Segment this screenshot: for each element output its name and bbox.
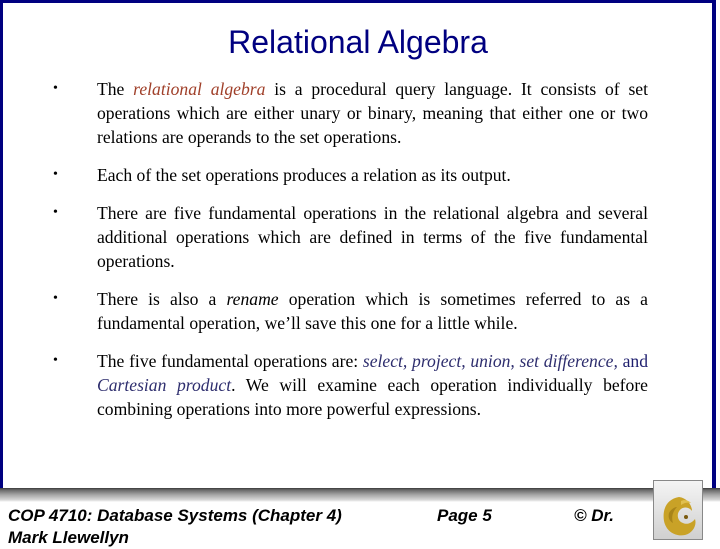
footer-course: COP 4710: Database Systems (Chapter 4)	[8, 506, 342, 525]
bullet-text: The five fundamental operations are: sel…	[97, 349, 648, 421]
bullet-icon: •	[53, 167, 58, 182]
bullet-icon: •	[53, 205, 58, 220]
text-run: The	[97, 79, 134, 99]
bullet-text: There are five fundamental operations in…	[97, 201, 648, 273]
bullet-item: • Each of the set operations produces a r…	[0, 163, 720, 187]
highlighted-term: and	[617, 351, 648, 371]
text-run: There is also a	[97, 289, 227, 309]
highlighted-term: relational algebra	[133, 79, 266, 99]
pegasus-logo-icon	[663, 497, 696, 536]
bullet-text: There is also a rename operation which i…	[97, 287, 648, 335]
text-run: The five fundamental operations are:	[97, 351, 363, 371]
bullet-icon: •	[53, 353, 58, 368]
bullet-item: • There are five fundamental operations i…	[0, 201, 720, 273]
bullet-icon: •	[53, 81, 58, 96]
bullet-list: • The relational algebra is a procedural …	[0, 77, 720, 435]
footer-page-number: Page 5	[437, 506, 492, 525]
bullet-item: • There is also a rename operation which …	[0, 287, 720, 335]
bullet-item: • The five fundamental operations are: se…	[0, 349, 720, 421]
highlighted-term: rename	[226, 289, 279, 309]
text-run: There are five fundamental operations in…	[97, 203, 648, 271]
footer-divider	[0, 488, 720, 502]
highlighted-term: select, project, union, set difference,	[362, 351, 618, 371]
footer-copyright: © Dr.	[574, 506, 614, 525]
bullet-item: • The relational algebra is a procedural …	[0, 77, 720, 149]
footer-author: Mark Llewellyn	[8, 528, 129, 547]
bullet-icon: •	[53, 291, 58, 306]
bullet-text: Each of the set operations produces a re…	[97, 163, 648, 187]
highlighted-term: Cartesian product	[97, 375, 232, 395]
bullet-text: The relational algebra is a procedural q…	[97, 77, 648, 149]
slide-title: Relational Algebra	[228, 24, 488, 60]
text-run: Each of the set operations produces a re…	[97, 165, 511, 185]
logo-box	[653, 480, 703, 540]
